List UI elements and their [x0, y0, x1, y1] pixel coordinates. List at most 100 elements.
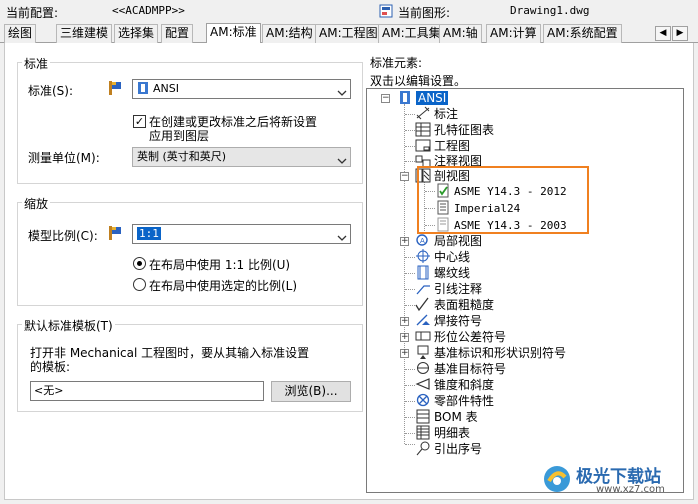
tab-draw[interactable]: 绘图	[4, 24, 37, 43]
apply-to-layers-label-line2: 应用到图层	[149, 129, 210, 143]
template-description-line2: 的模板:	[30, 360, 71, 374]
tab-profiles[interactable]: 配置	[161, 24, 194, 43]
scale-group-title: 缩放	[22, 195, 51, 212]
browse-button[interactable]: 浏览(B)...	[271, 381, 351, 402]
leader-note-icon	[415, 281, 431, 296]
tree-item-dimension[interactable]: 标注	[415, 106, 458, 122]
drawing-icon	[379, 4, 393, 18]
tree-item-label: 形位公差符号	[434, 330, 507, 344]
hole-chart-icon	[415, 122, 431, 137]
datum-id-expand-toggle[interactable]: +	[400, 349, 409, 358]
tree-item-label: 标注	[434, 107, 459, 121]
chevron-down-icon	[337, 85, 347, 96]
tab-am-drawing[interactable]: AM:工程图	[315, 24, 382, 43]
standard-elements-subtitle: 双击以编辑设置。	[370, 74, 467, 88]
measurement-unit-select[interactable]: 英制 (英寸和英尺)	[132, 147, 351, 167]
datum-id-icon	[415, 345, 431, 360]
tree-item-drawing[interactable]: 工程图	[415, 138, 470, 154]
part-ref-icon	[415, 393, 431, 408]
standard-flag-icon	[107, 80, 123, 96]
dimension-icon	[415, 106, 431, 121]
drawing-icon	[415, 138, 431, 153]
current-profile-label: 当前配置:	[6, 6, 59, 20]
standard-elements-tree[interactable]: − ANSI 标注 孔特征图表 工程图 注释视图 − 剖视图 ASME Y14.…	[366, 88, 684, 493]
fcf-expand-toggle[interactable]: +	[400, 333, 409, 342]
tab-am-standard[interactable]: AM:标准	[206, 23, 261, 44]
tree-item-weld-symbol[interactable]: 焊接符号	[415, 313, 482, 329]
tab-am-calculation[interactable]: AM:计算	[486, 24, 541, 43]
tree-item-taper[interactable]: 锥度和斜度	[415, 377, 494, 393]
tree-item-label: 焊接符号	[434, 314, 483, 328]
tree-item-label: 引线注释	[434, 282, 483, 296]
balloon-icon	[415, 441, 431, 456]
thread-icon	[415, 265, 431, 280]
template-description-line1: 打开非 Mechanical 工程图时，要从其输入标准设置	[30, 346, 310, 360]
standard-select[interactable]: ANSI	[132, 79, 351, 99]
template-path-input[interactable]: <无>	[30, 381, 264, 401]
tree-item-part-ref[interactable]: 零部件特性	[415, 393, 494, 409]
tree-item-label: 基准目标符号	[434, 362, 507, 376]
ansi-standard-icon	[397, 90, 413, 105]
taper-icon	[415, 377, 431, 392]
section-view-highlight	[417, 166, 589, 234]
template-group-title: 默认标准模板(T)	[22, 317, 115, 334]
root-collapse-toggle[interactable]: −	[381, 94, 390, 103]
section-view-collapse-toggle[interactable]: −	[400, 172, 409, 181]
ansi-standard-icon	[137, 81, 149, 95]
tree-item-datum-target[interactable]: 基准目标符号	[415, 361, 506, 377]
use-selected-scale-radio[interactable]	[133, 278, 146, 291]
tab-scroll-right-button[interactable]: ▶	[672, 26, 688, 41]
tree-item-centerline[interactable]: 中心线	[415, 249, 470, 265]
detail-view-icon: A	[415, 233, 431, 248]
tree-item-fcf[interactable]: 形位公差符号	[415, 329, 506, 345]
watermark: 极光下载站 www.xz7.com	[542, 460, 692, 500]
model-scale-label: 模型比例(C):	[28, 229, 98, 243]
standard-flag-icon	[107, 225, 123, 241]
tree-item-thread[interactable]: 螺纹线	[415, 265, 470, 281]
tab-3d-modeling[interactable]: 三维建模	[56, 24, 113, 43]
centerline-icon	[415, 249, 431, 264]
standard-select-value: ANSI	[153, 82, 179, 95]
parts-list-icon	[415, 425, 431, 440]
model-scale-combo[interactable]: 1:1	[132, 224, 351, 244]
tree-item-label: 工程图	[434, 139, 471, 153]
use-1to1-in-layout-radio[interactable]	[133, 257, 146, 270]
tree-item-parts-list[interactable]: 明细表	[415, 425, 470, 441]
tab-selection[interactable]: 选择集	[114, 24, 159, 43]
tab-am-structure[interactable]: AM:结构	[262, 24, 317, 43]
tree-root-ansi[interactable]: ANSI	[397, 90, 449, 106]
tree-item-label: 锥度和斜度	[434, 378, 495, 392]
tree-item-label: 表面粗糙度	[434, 298, 495, 312]
tab-am-system[interactable]: AM:系统配置	[543, 24, 622, 43]
tree-item-label: 螺纹线	[434, 266, 471, 280]
tree-item-balloon[interactable]: 引出序号	[415, 441, 482, 457]
measurement-unit-label: 测量单位(M):	[28, 151, 100, 165]
detail-view-expand-toggle[interactable]: +	[400, 237, 409, 246]
tree-item-label: 基准标识和形状识别符号	[434, 346, 567, 360]
watermark-logo-icon	[542, 464, 572, 494]
tree-root-label: ANSI	[416, 91, 449, 105]
tree-item-detail-view[interactable]: A 局部视图	[415, 233, 482, 249]
tab-am-shaft[interactable]: AM:轴	[439, 24, 482, 43]
weld-symbol-expand-toggle[interactable]: +	[400, 317, 409, 326]
tree-item-bom[interactable]: BOM 表	[415, 409, 478, 425]
current-drawing-label: 当前图形:	[398, 6, 451, 20]
bom-icon	[415, 409, 431, 424]
fcf-icon	[415, 329, 431, 344]
tree-item-surface-texture[interactable]: 表面粗糙度	[415, 297, 494, 313]
tree-item-leader-note[interactable]: 引线注释	[415, 281, 482, 297]
model-scale-value: 1:1	[137, 227, 161, 240]
standard-group-title: 标准	[22, 55, 51, 72]
weld-symbol-icon	[415, 313, 431, 328]
tab-am-toolset[interactable]: AM:工具集	[378, 24, 445, 43]
tree-item-label: 明细表	[434, 426, 471, 440]
tree-item-hole-chart[interactable]: 孔特征图表	[415, 122, 494, 138]
tree-item-label: BOM 表	[434, 410, 478, 424]
standard-elements-title: 标准元素:	[370, 56, 423, 70]
tree-item-datum-id[interactable]: 基准标识和形状识别符号	[415, 345, 566, 361]
tab-scroll-left-button[interactable]: ◀	[655, 26, 671, 41]
apply-to-layers-checkbox[interactable]: ✓	[133, 115, 146, 128]
tree-item-label: 局部视图	[434, 234, 483, 248]
watermark-url: www.xz7.com	[596, 484, 665, 495]
datum-target-icon	[415, 361, 431, 376]
